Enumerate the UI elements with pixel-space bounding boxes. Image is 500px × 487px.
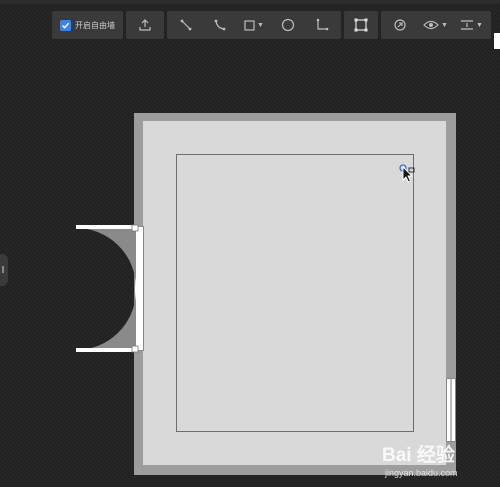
circle-tool-button[interactable] bbox=[277, 14, 299, 36]
straight-wall-icon bbox=[180, 19, 192, 31]
side-panel-toggle[interactable] bbox=[0, 254, 8, 286]
double-door[interactable] bbox=[74, 224, 146, 354]
straight-wall-button[interactable] bbox=[175, 14, 197, 36]
rectangle-tool-icon bbox=[244, 19, 255, 31]
room-select-icon bbox=[354, 18, 368, 32]
door-leaf-top bbox=[76, 228, 136, 287]
door-hinge-top bbox=[131, 224, 139, 232]
visibility-button[interactable]: ▼ bbox=[423, 14, 448, 36]
grip-icon bbox=[2, 266, 4, 273]
curve-wall-icon bbox=[214, 19, 226, 31]
right-edge-panel bbox=[494, 33, 500, 49]
watermark-logo: Bai 经验 bbox=[382, 445, 455, 466]
toolbar-group-select bbox=[344, 11, 378, 39]
chevron-down-icon: ▼ bbox=[257, 21, 264, 29]
toolbar-group-options: 开启自由墙 bbox=[52, 11, 123, 39]
dimension-tool-icon bbox=[316, 18, 329, 31]
upload-button[interactable] bbox=[134, 14, 156, 36]
3d-view-icon bbox=[394, 19, 406, 31]
door-panel-bottom bbox=[76, 348, 136, 352]
toolbar-group-export bbox=[126, 11, 164, 39]
chevron-down-icon: ▼ bbox=[441, 21, 448, 29]
mouse-cursor-icon bbox=[399, 164, 415, 183]
chevron-down-icon: ▼ bbox=[475, 21, 483, 29]
watermark-site: jingyan.baidu.com bbox=[385, 468, 458, 478]
window[interactable] bbox=[446, 378, 456, 442]
free-wall-toggle[interactable]: 开启自由墙 bbox=[56, 14, 119, 36]
top-strip bbox=[0, 0, 500, 4]
selected-area-outline[interactable] bbox=[176, 154, 414, 432]
dimension-tool-button[interactable] bbox=[311, 14, 333, 36]
free-wall-checkbox[interactable] bbox=[60, 19, 71, 31]
curve-wall-button[interactable] bbox=[209, 14, 231, 36]
toolbar: 开启自由墙 ▼ ▼ ▼ bbox=[52, 11, 491, 39]
toolbar-group-view: ▼ ▼ bbox=[381, 11, 491, 39]
circle-tool-icon bbox=[281, 18, 295, 32]
door-hinge-bottom bbox=[131, 345, 139, 353]
free-wall-label: 开启自由墙 bbox=[75, 20, 115, 30]
room-select-button[interactable] bbox=[350, 14, 372, 36]
align-button[interactable]: ▼ bbox=[460, 14, 483, 36]
upload-icon bbox=[139, 19, 151, 31]
align-icon bbox=[460, 20, 473, 30]
checkmark-icon bbox=[61, 22, 70, 29]
3d-view-button[interactable] bbox=[389, 14, 411, 36]
door-leaf-bottom bbox=[76, 291, 136, 350]
visibility-eye-icon bbox=[423, 20, 439, 30]
door-panel-top bbox=[76, 225, 136, 229]
toolbar-group-draw: ▼ bbox=[167, 11, 341, 39]
rectangle-tool-button[interactable]: ▼ bbox=[243, 14, 265, 36]
